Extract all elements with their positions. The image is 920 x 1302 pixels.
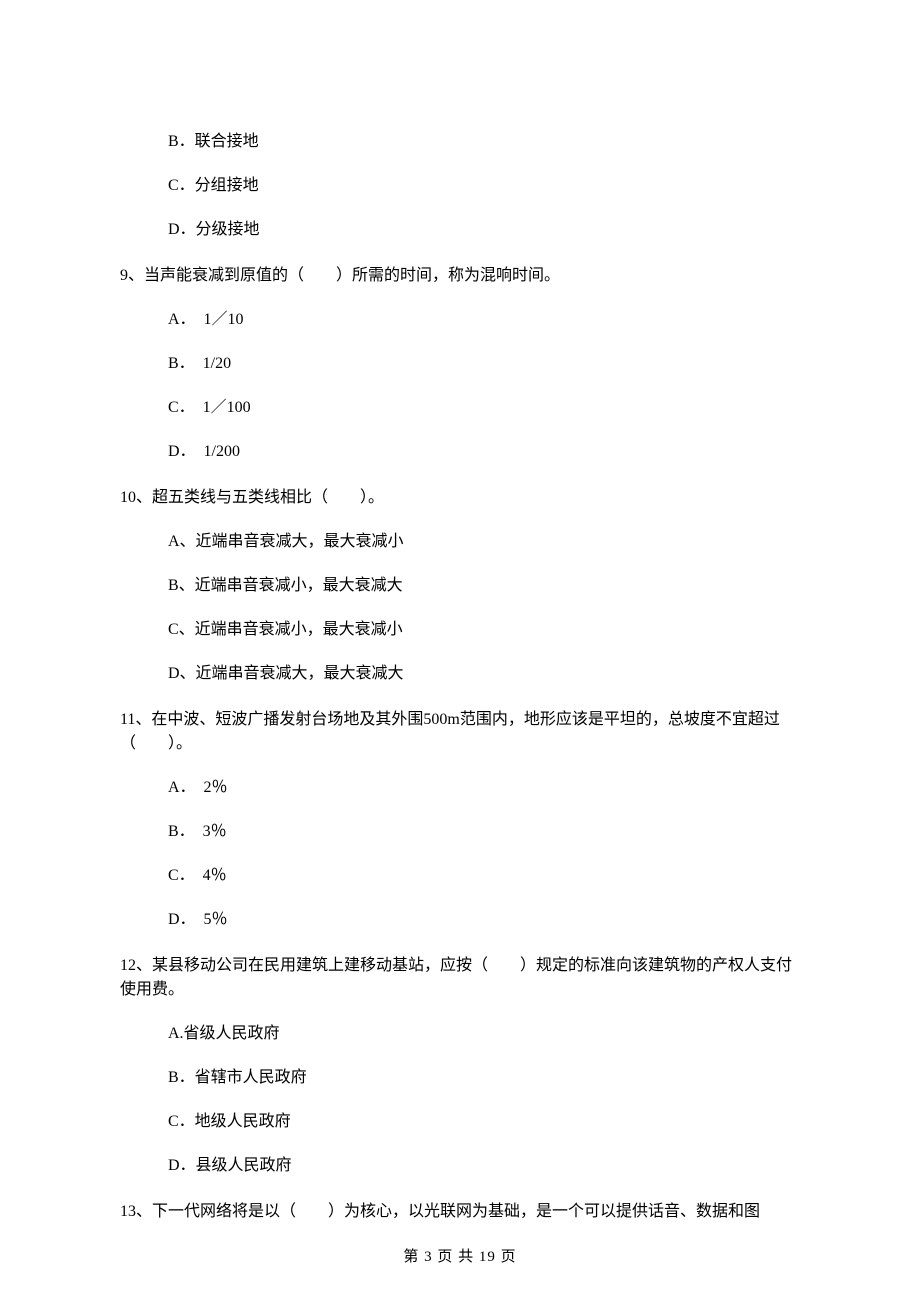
question-12-text: 12、某县移动公司在民用建筑上建移动基站，应按（ ）规定的标准向该建筑物的产权人…	[120, 954, 800, 1002]
question-12-option-a: A.省级人民政府	[168, 1022, 800, 1046]
question-10-option-c: C、近端串音衰减小，最大衰减小	[168, 618, 800, 642]
question-9-option-c: C． 1／100	[168, 396, 800, 420]
question-10-option-a: A、近端串音衰减大，最大衰减小	[168, 530, 800, 554]
page-footer: 第 3 页 共 19 页	[120, 1246, 800, 1269]
question-13-text: 13、下一代网络将是以（ ）为核心，以光联网为基础，是一个可以提供话音、数据和图	[120, 1200, 800, 1224]
question-13: 13、下一代网络将是以（ ）为核心，以光联网为基础，是一个可以提供话音、数据和图	[120, 1200, 800, 1224]
page-content: B．联合接地 C．分组接地 D．分级接地 9、当声能衰减到原值的（ ）所需的时间…	[0, 0, 920, 1299]
question-11-option-c: C． 4％	[168, 864, 800, 888]
question-11-option-d: D． 5％	[168, 908, 800, 932]
question-10: 10、超五类线与五类线相比（ ）。 A、近端串音衰减大，最大衰减小 B、近端串音…	[120, 486, 800, 686]
question-10-option-d: D、近端串音衰减大，最大衰减大	[168, 662, 800, 686]
question-10-text: 10、超五类线与五类线相比（ ）。	[120, 486, 800, 510]
question-9-option-b: B． 1/20	[168, 352, 800, 376]
question-12-option-b: B．省辖市人民政府	[168, 1066, 800, 1090]
question-9-option-a: A． 1／10	[168, 308, 800, 332]
question-11-text: 11、在中波、短波广播发射台场地及其外围500m范围内，地形应该是平坦的，总坡度…	[120, 708, 800, 756]
orphan-option-c: C．分组接地	[168, 174, 800, 198]
orphan-option-d: D．分级接地	[168, 218, 800, 242]
question-11: 11、在中波、短波广播发射台场地及其外围500m范围内，地形应该是平坦的，总坡度…	[120, 708, 800, 932]
question-9-text: 9、当声能衰减到原值的（ ）所需的时间，称为混响时间。	[120, 264, 800, 288]
question-12: 12、某县移动公司在民用建筑上建移动基站，应按（ ）规定的标准向该建筑物的产权人…	[120, 954, 800, 1178]
question-9: 9、当声能衰减到原值的（ ）所需的时间，称为混响时间。 A． 1／10 B． 1…	[120, 264, 800, 464]
question-9-option-d: D． 1/200	[168, 440, 800, 464]
orphan-option-b: B．联合接地	[168, 130, 800, 154]
question-10-option-b: B、近端串音衰减小，最大衰减大	[168, 574, 800, 598]
question-11-option-b: B． 3％	[168, 820, 800, 844]
question-12-option-d: D．县级人民政府	[168, 1154, 800, 1178]
question-11-option-a: A． 2％	[168, 776, 800, 800]
question-12-option-c: C．地级人民政府	[168, 1110, 800, 1134]
